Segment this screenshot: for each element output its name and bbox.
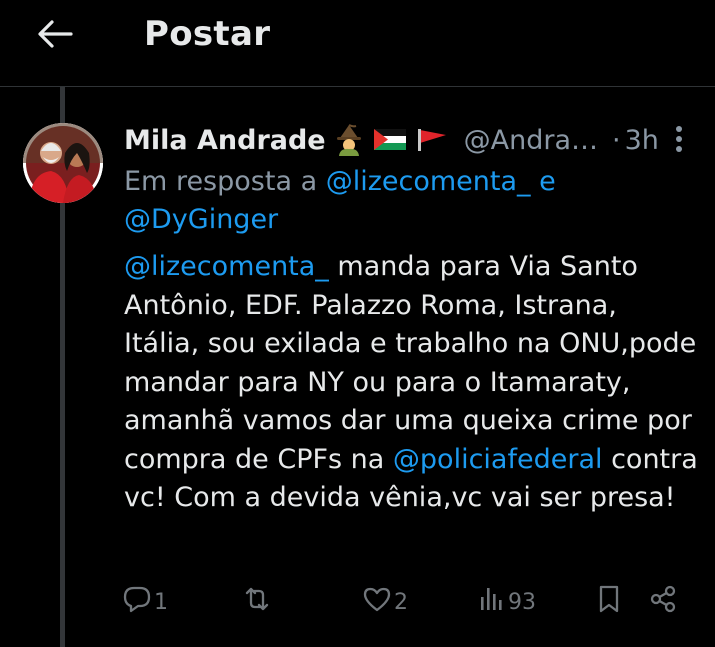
reply-button[interactable]: 1 <box>122 580 168 624</box>
heart-icon <box>362 585 392 619</box>
separator-dot: · <box>612 124 621 156</box>
views-count: 93 <box>508 589 536 615</box>
more-options-button[interactable] <box>664 124 694 158</box>
red-flag-icon <box>416 127 450 153</box>
reply-context: Em resposta a @lizecomenta_ e @DyGinger <box>124 163 699 239</box>
back-button[interactable] <box>30 14 80 58</box>
share-button[interactable] <box>648 580 678 624</box>
reply-icon <box>122 585 152 619</box>
more-vertical-icon <box>675 125 683 157</box>
page-title: Postar <box>144 14 271 54</box>
post-time[interactable]: 3h <box>625 125 659 156</box>
author-handle[interactable]: @Andra… <box>464 125 598 156</box>
action-bar: 1 2 93 <box>110 580 710 624</box>
post-text: @lizecomenta_ manda para Via Santo Antôn… <box>124 248 699 518</box>
top-bar: Postar <box>0 0 715 87</box>
arrow-left-icon <box>37 19 73 53</box>
palestine-flag-icon <box>372 127 408 153</box>
post-meta: Mila Andrade @Andra… · 3h <box>124 120 704 160</box>
bookmark-icon <box>596 584 622 620</box>
share-icon <box>648 584 678 620</box>
reply-prefix: Em resposta a <box>124 166 318 197</box>
reply-mention-lizecomenta[interactable]: @lizecomenta_ <box>326 166 531 197</box>
witch-emoji-icon <box>334 124 364 156</box>
like-count: 2 <box>394 589 408 615</box>
body-mention-lizecomenta[interactable]: @lizecomenta_ <box>124 251 329 282</box>
reply-count: 1 <box>154 589 168 615</box>
views-chart-icon <box>478 585 506 619</box>
author-name[interactable]: Mila Andrade <box>124 125 326 156</box>
reply-conjunction: e <box>539 166 556 197</box>
repost-button[interactable] <box>242 580 274 624</box>
reply-mention-dyginger[interactable]: @DyGinger <box>124 204 278 235</box>
views-button[interactable]: 93 <box>478 580 536 624</box>
avatar[interactable] <box>23 123 103 203</box>
bookmark-button[interactable] <box>596 580 622 624</box>
body-mention-policiafederal[interactable]: @policiafederal <box>393 444 603 475</box>
body-text-part-1: manda para Via Santo Antônio, EDF. Palaz… <box>124 251 697 475</box>
repost-icon <box>242 585 272 619</box>
like-button[interactable]: 2 <box>362 580 408 624</box>
